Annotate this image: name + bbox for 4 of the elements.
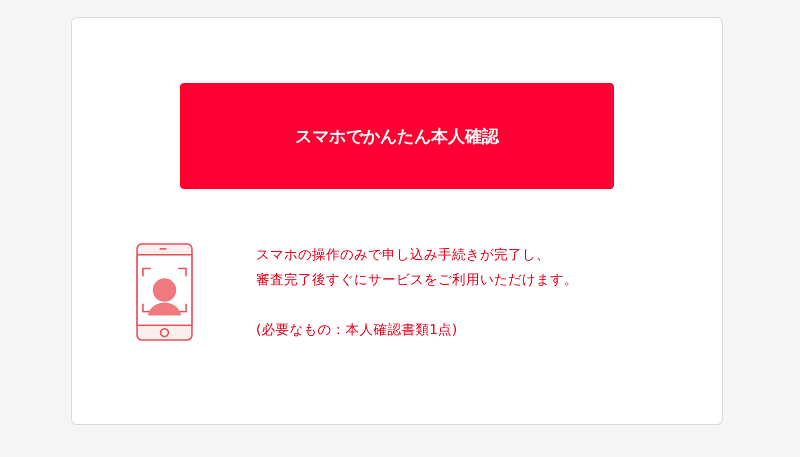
description-text: スマホの操作のみで申し込み手続きが完了し、 審査完了後すぐにサービスをご利用いただけます。 — [256, 246, 578, 290]
verify-button[interactable]: スマホでかんたん本人確認 — [180, 83, 614, 189]
requirement-note: (必要なもの：本人確認書類1点) — [256, 321, 458, 340]
phone-scan-icon — [136, 243, 193, 341]
